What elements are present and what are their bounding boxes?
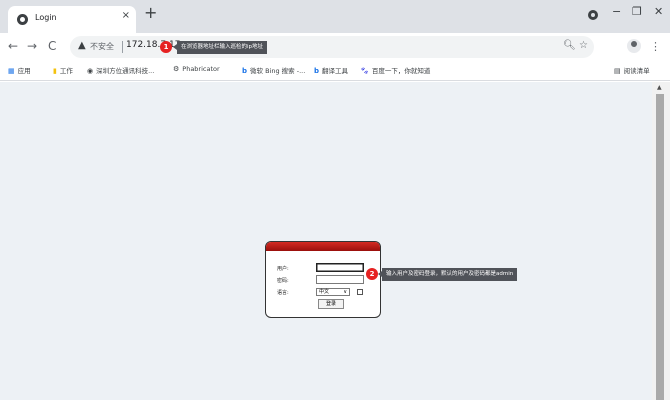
annotation-2-badge: 2 — [366, 268, 378, 280]
more-menu-button[interactable]: ⋮ — [650, 40, 661, 53]
password-field[interactable] — [316, 275, 364, 284]
annotation-2-tooltip: 输入用户及密码登录，默认的用户及密码都是admin — [377, 268, 518, 281]
chevron-down-icon: ∨ — [343, 289, 347, 295]
tab-login[interactable]: Login × — [8, 6, 136, 33]
annotation-1-tooltip: 在浏览器地址栏输入巡检的ip地址 — [172, 41, 268, 54]
baidu-icon: 🐾︎ — [360, 67, 369, 75]
browser-toolbar: ← → C ▲ 不安全 172.18.7.17 🔍︎ ☆ ⋮ — [0, 33, 670, 61]
forward-button[interactable]: → — [27, 39, 37, 53]
apps-icon: ▦ — [8, 67, 15, 75]
password-label: 密码: — [277, 278, 289, 284]
address-bar[interactable]: ▲ 不安全 172.18.7.17 🔍︎ ☆ — [70, 36, 594, 58]
folder-icon: ▮ — [53, 67, 57, 75]
language-selected: 中文 — [319, 289, 330, 295]
bing-icon: b — [314, 67, 320, 75]
restore-button[interactable]: ❐ — [632, 5, 642, 18]
browser-tab-strip: Login × + − ❐ ✕ — [0, 0, 670, 33]
scrollbar-thumb[interactable] — [656, 94, 664, 400]
language-label: 语言: — [277, 290, 289, 296]
not-secure-label: 不安全 — [90, 42, 114, 51]
bookmark-work[interactable]: ▮ 工作 — [53, 65, 73, 75]
address-separator — [122, 41, 123, 53]
profile-icon[interactable] — [588, 10, 598, 20]
tab-title: Login — [35, 13, 57, 22]
bookmark-baidu[interactable]: 🐾︎ 百度一下，你就知道 — [360, 65, 430, 75]
globe-icon: ◉ — [87, 67, 94, 75]
login-header — [266, 242, 380, 251]
reading-list[interactable]: ▤ 阅读清单 — [614, 65, 650, 75]
back-button[interactable]: ← — [8, 39, 18, 53]
bookmark-company[interactable]: ◉ 深圳方位通讯科技... — [87, 65, 154, 75]
warning-icon: ▲ — [78, 40, 86, 51]
scroll-up-arrow[interactable]: ▲ — [657, 84, 662, 91]
reading-list-icon: ▤ — [614, 67, 621, 75]
phabricator-icon: ⚙ — [173, 65, 180, 73]
annotation-1-badge: 1 — [160, 41, 172, 53]
login-panel: 用户: 密码: 语言: 中文 ∨ 登录 — [265, 241, 381, 318]
zoom-icon[interactable]: 🔍︎ ☆ — [563, 40, 588, 51]
vertical-scrollbar[interactable]: ▲ — [652, 82, 670, 400]
username-field[interactable] — [316, 263, 364, 272]
bookmark-phabricator[interactable]: ⚙ Phabricator — [173, 65, 220, 73]
language-select[interactable]: 中文 ∨ — [316, 288, 350, 296]
tab-close-button[interactable]: × — [122, 10, 130, 21]
account-icon[interactable] — [627, 39, 641, 53]
bookmark-apps[interactable]: ▦ 应用 — [8, 65, 31, 75]
bookmarks-bar: ▦ 应用 ▮ 工作 ◉ 深圳方位通讯科技... ⚙ Phabricator b 微软 Bi… — [0, 61, 670, 81]
close-window-button[interactable]: ✕ — [654, 5, 663, 18]
login-button[interactable]: 登录 — [318, 299, 344, 309]
globe-icon — [17, 14, 28, 25]
reload-button[interactable]: C — [48, 39, 56, 53]
bing-icon: b — [242, 67, 248, 75]
minimize-button[interactable]: − — [612, 5, 621, 18]
new-tab-button[interactable]: + — [144, 5, 157, 21]
bookmark-translate[interactable]: b 翻译工具 — [314, 65, 348, 75]
user-label: 用户: — [277, 266, 289, 272]
language-checkbox[interactable] — [357, 289, 363, 295]
bookmark-bing[interactable]: b 微软 Bing 搜索 -... — [242, 65, 305, 75]
